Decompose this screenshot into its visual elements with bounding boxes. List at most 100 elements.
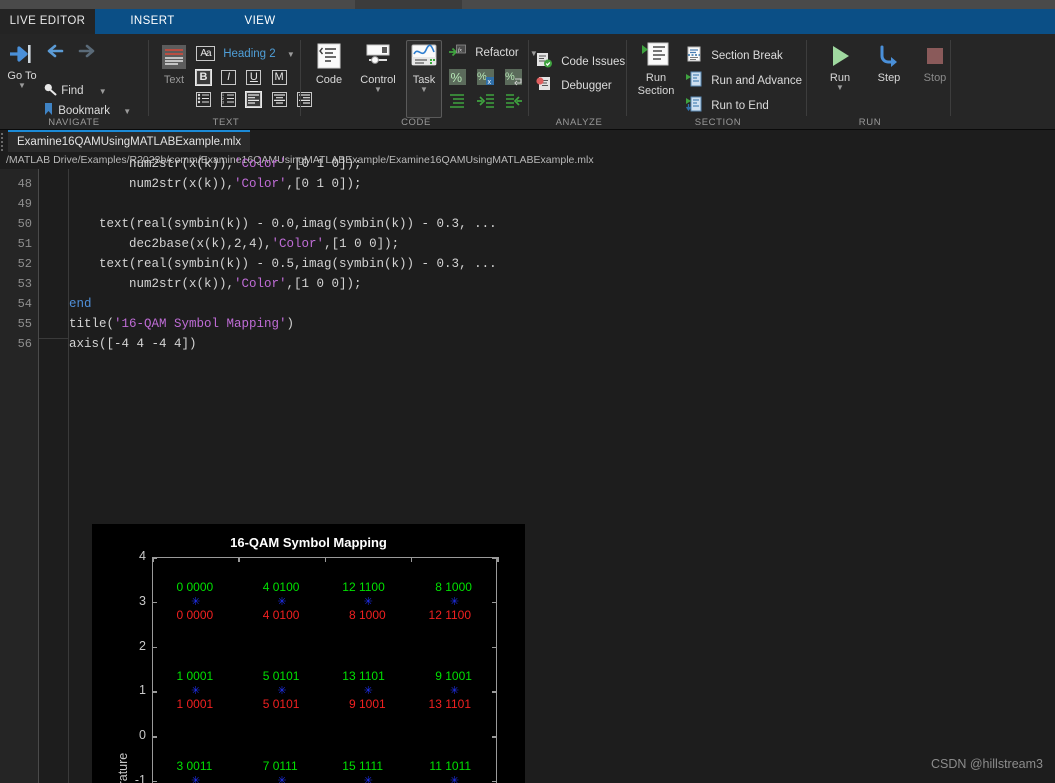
binary-code-decimal: 13	[428, 697, 442, 712]
constellation-point-marker: ✳	[277, 595, 287, 608]
control-button[interactable]: Control ▼	[352, 42, 404, 94]
underline-button[interactable]: U	[246, 70, 262, 85]
code-line: title('16-QAM Symbol Mapping')	[69, 317, 295, 331]
go-to-caret-icon[interactable]: ▼	[2, 82, 42, 90]
code-editor[interactable]: num2str(x(k)),'Color',[0 1 0]); num2str(…	[0, 157, 1055, 783]
text-style-caret-icon[interactable]: ▼	[287, 50, 295, 59]
gray-code-label: 15 1111	[342, 759, 383, 773]
binary-code-label: 4 0100	[255, 607, 300, 622]
binary-code-binary: 1101	[445, 697, 472, 712]
bookmark-label: Bookmark	[58, 105, 110, 117]
find-button[interactable]: Find ▼	[42, 82, 107, 97]
find-caret-icon[interactable]: ▼	[99, 87, 107, 96]
step-label: Step	[877, 72, 901, 84]
constellation-point-marker: ✳	[191, 685, 201, 698]
constellation-point-marker: ✳	[277, 685, 287, 698]
gray-code-binary: 0100	[272, 579, 300, 594]
binary-code-decimal: 0	[176, 607, 184, 622]
run-button[interactable]: Run ▼	[818, 44, 862, 92]
gray-code-decimal: 5	[262, 669, 270, 684]
code-button[interactable]: Code	[308, 42, 350, 86]
svg-text:fx: fx	[458, 47, 463, 54]
bulleted-list-button[interactable]	[196, 92, 211, 107]
navigate-arrows	[46, 44, 97, 61]
line-number: 53	[17, 277, 32, 291]
binary-code-decimal: 4	[262, 607, 270, 622]
bookmark-button[interactable]: Bookmark ▼	[42, 102, 131, 117]
line-number: 50	[17, 217, 32, 231]
x-tick-mark-top	[152, 557, 154, 562]
align-left-button[interactable]	[245, 91, 263, 108]
find-label: Find	[61, 85, 84, 97]
text-button[interactable]: Text	[156, 44, 192, 86]
uncomment-icon[interactable]: % x	[476, 68, 496, 86]
y-tick-mark-right	[492, 736, 497, 738]
ribbon-group-analyze: Code Issues Debugger ANALYZE	[532, 34, 626, 130]
tab-grip-handle[interactable]	[1, 133, 5, 151]
tab-live-editor[interactable]: LIVE EDITOR	[0, 9, 95, 34]
control-caret-icon[interactable]: ▼	[352, 86, 404, 94]
increase-indent-icon[interactable]	[476, 92, 496, 110]
monospace-button[interactable]: M	[271, 70, 287, 85]
text-format-row: B I U M	[195, 69, 287, 86]
arrow-right-icon[interactable]	[75, 44, 97, 58]
gray-code-binary: 1011	[445, 758, 472, 773]
align-center-button[interactable]	[271, 92, 287, 107]
document-tab[interactable]: Examine16QAMUsingMATLABExample.mlx	[8, 130, 251, 152]
group-label-analyze: ANALYZE	[555, 117, 603, 128]
text-style-dropdown[interactable]: Aa Heading 2 ▼	[196, 46, 295, 61]
gray-code-decimal: 0	[176, 579, 184, 594]
section-break-button[interactable]: Section Break	[686, 46, 783, 62]
italic-button[interactable]: I	[221, 70, 237, 85]
svg-text:%: %	[451, 70, 463, 85]
run-and-advance-button[interactable]: Run and Advance	[686, 71, 802, 87]
gray-code-label: 12 1100	[342, 580, 385, 594]
debugger-button[interactable]: Debugger	[536, 76, 612, 92]
line-number: 54	[17, 297, 32, 311]
run-section-button[interactable]: Run Section	[632, 42, 680, 97]
text-list-align-row: 123	[196, 91, 312, 108]
refactor-label: Refactor	[475, 47, 519, 59]
constellation-point-marker: ✳	[363, 685, 373, 698]
binary-code-decimal: 1	[176, 697, 184, 712]
task-icon	[411, 44, 437, 66]
gray-code-binary: 1001	[445, 669, 472, 684]
comment-actions-row: % % x %	[448, 68, 524, 89]
group-label-section: SECTION	[694, 117, 742, 128]
y-tick-mark	[152, 691, 157, 693]
decrease-indent-icon[interactable]	[504, 92, 524, 110]
svg-text:%: %	[505, 71, 515, 83]
gray-code-label: 0 0000	[169, 580, 213, 594]
constellation-point-marker: ✳	[363, 774, 373, 783]
gray-code-decimal: 3	[176, 758, 184, 773]
control-widget-icon	[366, 44, 390, 64]
step-button[interactable]: Step	[868, 44, 910, 84]
numbered-list-button[interactable]: 123	[221, 92, 237, 107]
task-button[interactable]: Task ▼	[406, 44, 442, 94]
run-to-end-button[interactable]: Run to End	[685, 96, 769, 112]
gray-code-binary: 0101	[272, 669, 300, 684]
wrap-comments-icon[interactable]: %	[504, 68, 524, 86]
code-line: dec2base(x(k),2,4),'Color',[1 0 0]);	[69, 237, 400, 251]
figure-output-panel: 16-QAM Symbol Mapping -4-3-2-101234-4-20…	[92, 524, 525, 783]
y-tick-mark-right	[492, 691, 497, 693]
stop-icon	[927, 48, 943, 64]
tab-view[interactable]: VIEW	[210, 9, 310, 34]
go-to-button[interactable]: Go To ▼	[2, 42, 42, 90]
section-break-icon	[687, 46, 701, 62]
comment-icon[interactable]: %	[448, 68, 468, 86]
binary-code-label: 9 1001	[342, 697, 386, 711]
arrow-left-icon[interactable]	[46, 44, 68, 58]
tab-insert[interactable]: INSERT	[95, 9, 210, 34]
task-caret-icon[interactable]: ▼	[406, 86, 442, 94]
line-number: 49	[17, 197, 32, 211]
x-tick-mark-top	[410, 557, 413, 562]
bold-button[interactable]: B	[195, 69, 212, 86]
refactor-button[interactable]: fx Refactor ▼	[448, 44, 538, 59]
bookmark-caret-icon[interactable]: ▼	[123, 107, 131, 116]
constellation-point-marker: ✳	[449, 774, 460, 783]
code-issues-button[interactable]: Code Issues	[536, 52, 625, 68]
run-caret-icon[interactable]: ▼	[818, 84, 862, 92]
text-style-label: Heading 2	[223, 47, 276, 60]
smart-indent-icon[interactable]	[448, 92, 468, 110]
